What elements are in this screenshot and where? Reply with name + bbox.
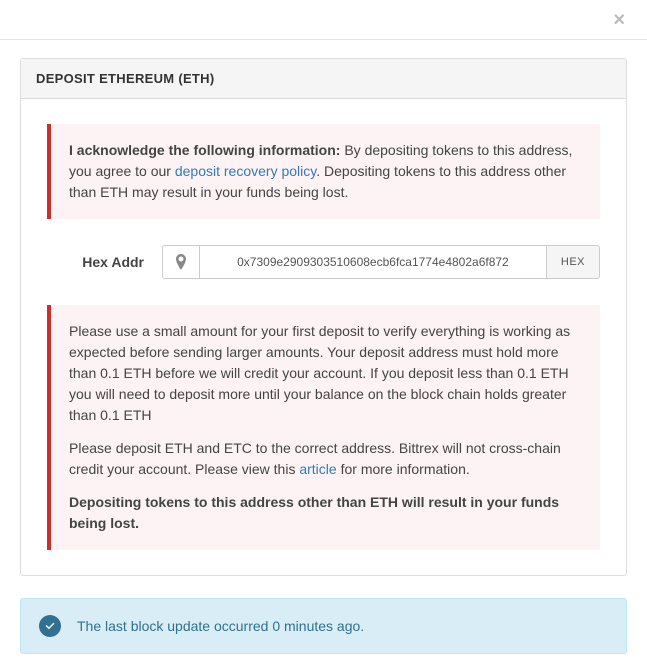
acknowledgement-callout: I acknowledge the following information:…	[47, 124, 600, 219]
close-icon[interactable]: ×	[613, 10, 625, 30]
panel-title: DEPOSIT ETHEREUM (ETH)	[21, 59, 626, 99]
check-circle-icon	[39, 615, 61, 637]
instructions-callout: Please use a small amount for your first…	[47, 305, 600, 550]
deposit-address-input[interactable]	[200, 245, 547, 279]
modal-top-bar: ×	[0, 0, 647, 40]
modal-content: DEPOSIT ETHEREUM (ETH) I acknowledge the…	[0, 40, 647, 664]
hex-address-row: Hex Addr HEX	[47, 245, 600, 279]
article-link[interactable]: article	[299, 461, 336, 477]
deposit-recovery-policy-link[interactable]: deposit recovery policy	[175, 163, 316, 179]
ack-lead: I acknowledge the following information:	[69, 142, 340, 158]
hex-button[interactable]: HEX	[547, 245, 600, 279]
map-pin-icon	[162, 245, 200, 279]
hex-addr-label: Hex Addr	[47, 254, 162, 270]
deposit-panel: DEPOSIT ETHEREUM (ETH) I acknowledge the…	[20, 58, 627, 576]
note-crosschain-after: for more information.	[337, 461, 470, 477]
block-status-bar: The last block update occurred 0 minutes…	[20, 598, 627, 654]
address-input-group: HEX	[162, 245, 600, 279]
note-warning-lost-funds: Depositing tokens to this address other …	[69, 492, 582, 534]
block-status-text: The last block update occurred 0 minutes…	[77, 618, 364, 634]
note-min-deposit: Please use a small amount for your first…	[69, 321, 582, 426]
panel-body: I acknowledge the following information:…	[21, 99, 626, 575]
